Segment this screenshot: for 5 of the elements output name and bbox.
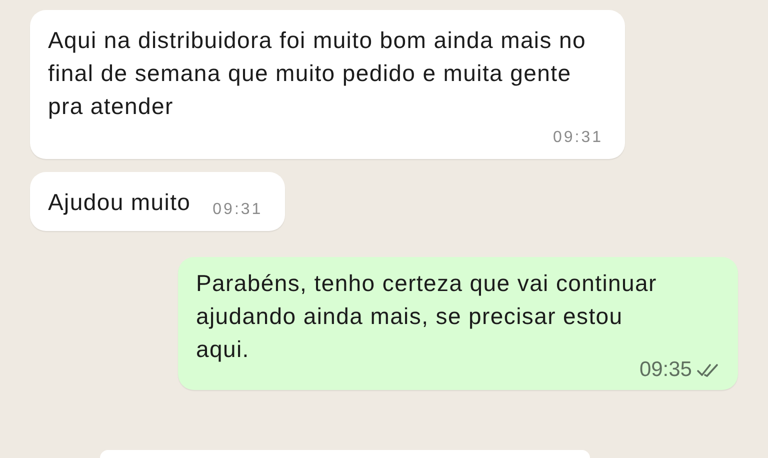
- message-text: Ajudou muito: [48, 188, 191, 217]
- message-time: 09:31: [212, 201, 263, 219]
- message-time: 09:31: [552, 129, 603, 147]
- message-text: Aqui na distribuidora foi muito bom ainda mais no final de semana que muito pedido e muita gente pra atender: [48, 26, 588, 121]
- message-field[interactable]: [100, 450, 590, 458]
